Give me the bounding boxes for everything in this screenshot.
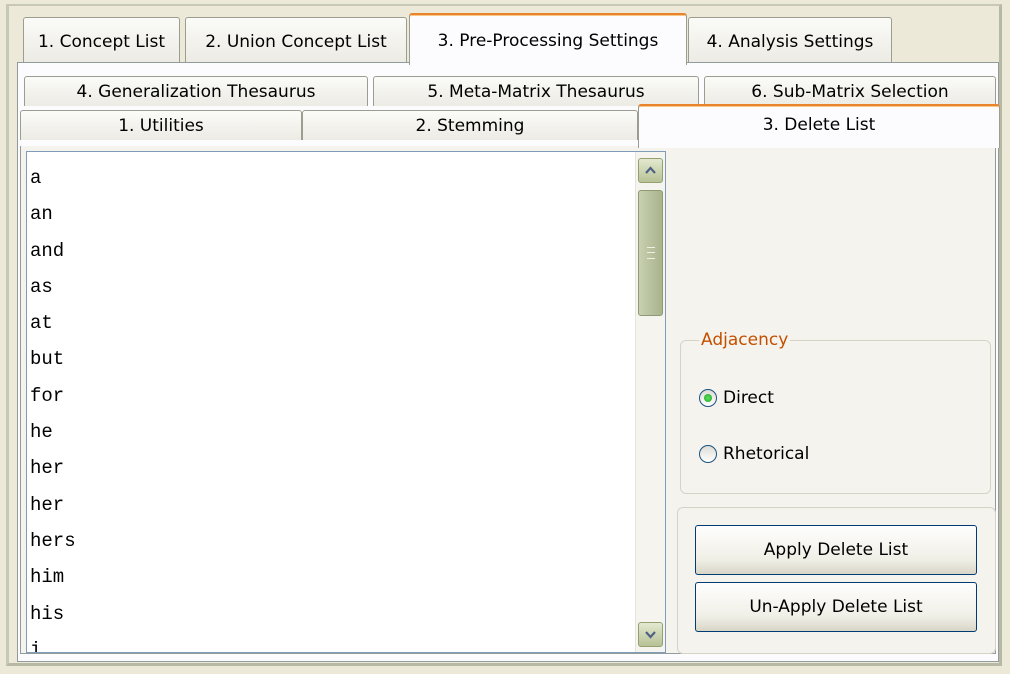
tab-label: 3. Delete List xyxy=(762,115,876,135)
tab-concept-list[interactable]: 1. Concept List xyxy=(23,17,180,62)
tab-label: 4. Analysis Settings xyxy=(706,32,874,52)
tab-label: 2. Stemming xyxy=(415,116,525,136)
scroll-down-button[interactable] xyxy=(638,622,663,647)
tab-label: 2. Union Concept List xyxy=(205,32,387,52)
list-item[interactable]: he xyxy=(27,414,631,450)
list-item[interactable]: hers xyxy=(27,523,631,559)
tab-union-concept-list[interactable]: 2. Union Concept List xyxy=(185,17,407,62)
tab-label: 3. Pre-Processing Settings xyxy=(437,31,659,51)
list-item[interactable]: and xyxy=(27,233,631,269)
radio-direct[interactable]: Direct xyxy=(699,385,774,411)
tab-meta-matrix-thesaurus[interactable]: 5. Meta-Matrix Thesaurus xyxy=(373,76,699,106)
scroll-thumb[interactable] xyxy=(638,190,663,316)
list-item[interactable]: as xyxy=(27,269,631,305)
tab-label: 1. Utilities xyxy=(118,116,204,136)
scroll-up-button[interactable] xyxy=(638,158,663,183)
radio-rhetorical[interactable]: Rhetorical xyxy=(699,441,809,467)
list-item[interactable]: but xyxy=(27,341,631,377)
list-item[interactable]: a xyxy=(27,160,631,196)
delete-list-box[interactable]: a an and as at but for he her her hers h… xyxy=(26,151,666,653)
radio-selected-icon[interactable] xyxy=(699,389,717,407)
radio-label: Direct xyxy=(723,388,774,408)
tab-stemming[interactable]: 2. Stemming xyxy=(302,110,638,140)
adjacency-legend: Adjacency xyxy=(699,329,791,351)
radio-label: Rhetorical xyxy=(723,444,810,464)
tab-label: 6. Sub-Matrix Selection xyxy=(751,82,949,102)
tab-label: 1. Concept List xyxy=(37,32,166,52)
grip-icon xyxy=(647,247,655,259)
apply-delete-list-button[interactable]: Apply Delete List xyxy=(695,525,977,575)
list-item[interactable]: i xyxy=(27,632,631,652)
vertical-scrollbar[interactable] xyxy=(635,152,665,652)
tab-delete-list[interactable]: 3. Delete List xyxy=(638,104,1000,148)
unapply-delete-list-button[interactable]: Un-Apply Delete List xyxy=(695,582,977,632)
list-item[interactable]: for xyxy=(27,378,631,414)
delete-list-items: a an and as at but for he her her hers h… xyxy=(27,160,631,652)
list-item[interactable]: an xyxy=(27,196,631,232)
chevron-up-icon xyxy=(645,166,656,174)
tab-label: 5. Meta-Matrix Thesaurus xyxy=(427,82,645,102)
list-item[interactable]: at xyxy=(27,305,631,341)
tab-analysis-settings[interactable]: 4. Analysis Settings xyxy=(688,17,892,62)
tab-pre-processing-settings[interactable]: 3. Pre-Processing Settings xyxy=(409,13,687,65)
list-item[interactable]: him xyxy=(27,559,631,595)
list-item[interactable]: his xyxy=(27,596,631,632)
chevron-down-icon xyxy=(645,631,656,639)
tab-utilities[interactable]: 1. Utilities xyxy=(20,110,302,140)
list-item[interactable]: her xyxy=(27,450,631,486)
tab-generalization-thesaurus[interactable]: 4. Generalization Thesaurus xyxy=(24,76,368,106)
tab-label: 4. Generalization Thesaurus xyxy=(76,82,316,102)
list-item[interactable]: her xyxy=(27,487,631,523)
radio-unselected-icon[interactable] xyxy=(699,445,717,463)
adjacency-group: Adjacency Direct Rhetorical xyxy=(680,329,991,494)
tab-sub-matrix-selection[interactable]: 6. Sub-Matrix Selection xyxy=(704,76,996,106)
